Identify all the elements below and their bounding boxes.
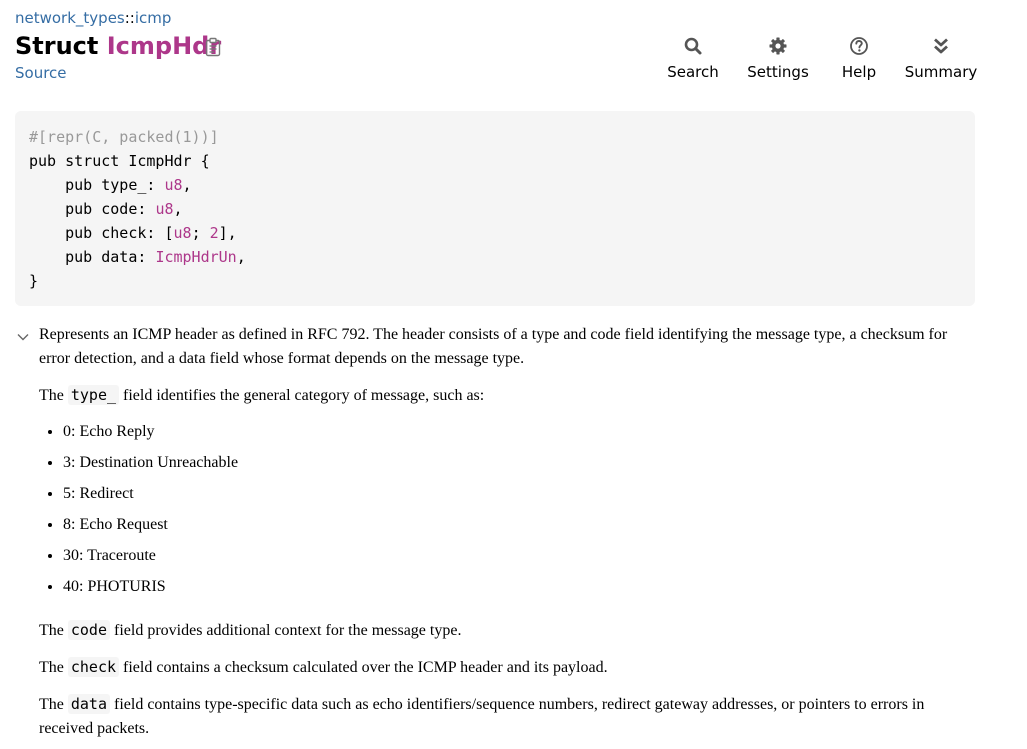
list-item: 0: Echo Reply — [63, 420, 979, 444]
text: field contains a checksum calculated ove… — [119, 659, 608, 676]
punct: ], — [218, 224, 237, 242]
list-item: 30: Traceroute — [63, 544, 979, 568]
inline-code-code: code — [67, 620, 110, 640]
settings-label: Settings — [747, 63, 809, 81]
array-length: 2 — [209, 224, 219, 242]
gear-icon — [769, 37, 787, 55]
breadcrumb: network_types::icmp — [15, 9, 171, 27]
search-button[interactable]: Search — [653, 36, 733, 81]
doc-check-paragraph: The check field contains a checksum calc… — [39, 655, 979, 680]
source-link[interactable]: Source — [15, 64, 67, 82]
repr-attribute: #[repr(C, packed(1))] — [29, 128, 219, 146]
summary-label: Summary — [904, 63, 978, 81]
help-label: Help — [841, 63, 877, 81]
text: The — [39, 622, 68, 639]
type-link-icmphdrun[interactable]: IcmpHdrUn — [155, 248, 236, 266]
breadcrumb-module-link[interactable]: icmp — [135, 9, 172, 27]
text: The — [39, 659, 68, 676]
struct-declaration: #[repr(C, packed(1))] pub struct IcmpHdr… — [15, 111, 975, 306]
inline-code-type: type_ — [67, 385, 120, 405]
list-item: 5: Redirect — [63, 482, 979, 506]
doc-code-paragraph: The code field provides additional conte… — [39, 618, 979, 643]
breadcrumb-crate-link[interactable]: network_types — [15, 9, 125, 27]
search-label: Search — [667, 63, 719, 81]
breadcrumb-separator: :: — [124, 9, 135, 27]
punct: ; — [191, 224, 210, 242]
punct: , — [173, 200, 183, 218]
settings-button[interactable]: Settings — [733, 36, 823, 81]
field-decl-check: pub check: [ — [29, 224, 174, 242]
list-item: 40: PHOTURIS — [63, 575, 979, 599]
doc-type-paragraph: The type_ field identifies the general c… — [39, 383, 979, 408]
doc-data-paragraph: The data field contains type-specific da… — [39, 692, 979, 741]
summary-button[interactable]: Summary — [895, 36, 987, 81]
help-icon — [850, 37, 868, 55]
text: field identifies the general category of… — [119, 387, 485, 404]
search-icon — [684, 37, 702, 55]
message-type-list: 0: Echo Reply 3: Destination Unreachable… — [39, 420, 979, 599]
struct-close-brace: } — [29, 272, 39, 290]
doc-intro: Represents an ICMP header as defined in … — [39, 326, 948, 367]
toolbar: Search Settings Help Summary — [653, 36, 987, 81]
text: The — [39, 387, 68, 404]
list-item: 3: Destination Unreachable — [63, 451, 979, 475]
struct-decl-line: pub struct IcmpHdr { — [29, 152, 210, 170]
inline-code-check: check — [67, 657, 120, 677]
help-button[interactable]: Help — [823, 36, 895, 81]
punct: , — [236, 248, 246, 266]
type-link-u8[interactable]: u8 — [174, 224, 192, 242]
inline-code-data: data — [67, 694, 110, 714]
text: field contains type-specific data such a… — [39, 696, 925, 737]
page-title: Struct IcmpHdr — [15, 32, 221, 60]
field-decl-code: pub code: — [29, 200, 156, 218]
docblock: Represents an ICMP header as defined in … — [39, 323, 979, 749]
type-link-u8[interactable]: u8 — [155, 200, 173, 218]
list-item: 8: Echo Request — [63, 513, 979, 537]
clipboard-icon[interactable] — [203, 37, 223, 57]
double-chevron-down-icon — [934, 38, 948, 54]
text: field provides additional context for th… — [110, 622, 462, 639]
field-decl-type: pub type_: — [29, 176, 165, 194]
item-kind: Struct — [15, 32, 99, 60]
type-link-u8[interactable]: u8 — [164, 176, 182, 194]
text: The — [39, 696, 68, 713]
punct: , — [182, 176, 192, 194]
field-decl-data: pub data: — [29, 248, 156, 266]
collapse-toggle-chevron-icon[interactable] — [16, 330, 30, 344]
